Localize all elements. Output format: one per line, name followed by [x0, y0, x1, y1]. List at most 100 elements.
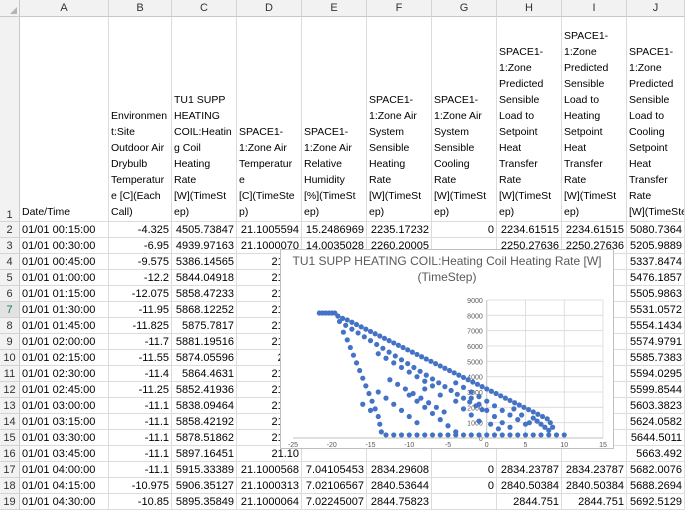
header-cell-c[interactable]: TU1 SUPP HEATING COIL:Heatin g Coil Heat…: [172, 17, 237, 222]
cell-j9[interactable]: 5574.9791: [627, 334, 685, 350]
cell-b11[interactable]: -11.4: [109, 366, 172, 382]
column-header-c[interactable]: C: [172, 0, 237, 17]
row-header-18[interactable]: 18: [0, 478, 20, 494]
header-cell-a[interactable]: Date/Time: [20, 17, 109, 222]
row-header-2[interactable]: 2: [0, 222, 20, 238]
row-header-4[interactable]: 4: [0, 254, 20, 270]
cell-a11[interactable]: 01/01 02:30:00: [20, 366, 109, 382]
column-header-a[interactable]: A: [20, 0, 109, 17]
select-all-corner[interactable]: [0, 0, 20, 17]
cell-a12[interactable]: 01/01 02:45:00: [20, 382, 109, 398]
cell-g17[interactable]: 0: [432, 462, 497, 478]
cell-b12[interactable]: -11.25: [109, 382, 172, 398]
cell-c16[interactable]: 5897.16451: [172, 446, 237, 462]
cell-c11[interactable]: 5864.4631: [172, 366, 237, 382]
cell-b9[interactable]: -11.7: [109, 334, 172, 350]
cell-h17[interactable]: 2834.23787: [497, 462, 562, 478]
cell-a18[interactable]: 01/01 04:15:00: [20, 478, 109, 494]
cell-a7[interactable]: 01/01 01:30:00: [20, 302, 109, 318]
header-cell-e[interactable]: SPACE1- 1:Zone Air Relative Humidity [%]…: [302, 17, 367, 222]
cell-j4[interactable]: 5337.8474: [627, 254, 685, 270]
row-header-16[interactable]: 16: [0, 446, 20, 462]
row-header-19[interactable]: 19: [0, 494, 20, 510]
cell-c17[interactable]: 5915.33389: [172, 462, 237, 478]
cell-b7[interactable]: -11.95: [109, 302, 172, 318]
cell-j8[interactable]: 5554.1434: [627, 318, 685, 334]
cell-j3[interactable]: 5205.9889: [627, 238, 685, 254]
cell-c18[interactable]: 5906.35127: [172, 478, 237, 494]
cell-h2[interactable]: 2234.61515: [497, 222, 562, 238]
cell-a2[interactable]: 01/01 00:15:00: [20, 222, 109, 238]
row-header-15[interactable]: 15: [0, 430, 20, 446]
row-header-10[interactable]: 10: [0, 350, 20, 366]
cell-d19[interactable]: 21.1000064: [237, 494, 302, 510]
cell-h18[interactable]: 2840.50384: [497, 478, 562, 494]
cell-b14[interactable]: -11.1: [109, 414, 172, 430]
cell-f19[interactable]: 2844.75823: [367, 494, 432, 510]
cell-c2[interactable]: 4505.73847: [172, 222, 237, 238]
row-header-11[interactable]: 11: [0, 366, 20, 382]
cell-i18[interactable]: 2840.50384: [562, 478, 627, 494]
cell-j15[interactable]: 5644.5011: [627, 430, 685, 446]
column-header-e[interactable]: E: [302, 0, 367, 17]
cell-j10[interactable]: 5585.7383: [627, 350, 685, 366]
cell-b16[interactable]: -11.1: [109, 446, 172, 462]
cell-a17[interactable]: 01/01 04:00:00: [20, 462, 109, 478]
cell-d17[interactable]: 21.1000568: [237, 462, 302, 478]
cell-c6[interactable]: 5858.47233: [172, 286, 237, 302]
cell-b17[interactable]: -11.1: [109, 462, 172, 478]
cell-b15[interactable]: -11.1: [109, 430, 172, 446]
row-header-14[interactable]: 14: [0, 414, 20, 430]
cell-a14[interactable]: 01/01 03:15:00: [20, 414, 109, 430]
cell-b18[interactable]: -10.975: [109, 478, 172, 494]
cell-c9[interactable]: 5881.19516: [172, 334, 237, 350]
cell-i19[interactable]: 2844.751: [562, 494, 627, 510]
header-cell-h[interactable]: SPACE1- 1:Zone Predicted Sensible Load t…: [497, 17, 562, 222]
cell-c19[interactable]: 5895.35849: [172, 494, 237, 510]
cell-j16[interactable]: 5663.492: [627, 446, 685, 462]
cell-j6[interactable]: 5505.9863: [627, 286, 685, 302]
cell-f17[interactable]: 2834.29608: [367, 462, 432, 478]
cell-a3[interactable]: 01/01 00:30:00: [20, 238, 109, 254]
row-header-6[interactable]: 6: [0, 286, 20, 302]
cell-e18[interactable]: 7.02106567: [302, 478, 367, 494]
column-header-g[interactable]: G: [432, 0, 497, 17]
header-cell-j[interactable]: SPACE1- 1:Zone Predicted Sensible Load t…: [627, 17, 685, 222]
header-cell-i[interactable]: SPACE1- 1:Zone Predicted Sensible Load t…: [562, 17, 627, 222]
cell-b5[interactable]: -12.2: [109, 270, 172, 286]
cell-c7[interactable]: 5868.12252: [172, 302, 237, 318]
cell-f18[interactable]: 2840.53644: [367, 478, 432, 494]
column-header-j[interactable]: J: [627, 0, 685, 17]
cell-i2[interactable]: 2234.61515: [562, 222, 627, 238]
cell-i17[interactable]: 2834.23787: [562, 462, 627, 478]
cell-c15[interactable]: 5878.51862: [172, 430, 237, 446]
cell-a9[interactable]: 01/01 02:00:00: [20, 334, 109, 350]
header-cell-d[interactable]: SPACE1- 1:Zone Air Temperatur e [C](Time…: [237, 17, 302, 222]
cell-b2[interactable]: -4.325: [109, 222, 172, 238]
cell-j12[interactable]: 5599.8544: [627, 382, 685, 398]
cell-d2[interactable]: 21.1005594: [237, 222, 302, 238]
cell-h19[interactable]: 2844.751: [497, 494, 562, 510]
cell-j13[interactable]: 5603.3823: [627, 398, 685, 414]
cell-j5[interactable]: 5476.1857: [627, 270, 685, 286]
cell-c4[interactable]: 5386.14565: [172, 254, 237, 270]
column-header-i[interactable]: I: [562, 0, 627, 17]
cell-a8[interactable]: 01/01 01:45:00: [20, 318, 109, 334]
cell-a15[interactable]: 01/01 03:30:00: [20, 430, 109, 446]
cell-j2[interactable]: 5080.7364: [627, 222, 685, 238]
row-header-17[interactable]: 17: [0, 462, 20, 478]
cell-b6[interactable]: -12.075: [109, 286, 172, 302]
column-header-h[interactable]: H: [497, 0, 562, 17]
row-header-5[interactable]: 5: [0, 270, 20, 286]
cell-a4[interactable]: 01/01 00:45:00: [20, 254, 109, 270]
cell-j7[interactable]: 5531.0572: [627, 302, 685, 318]
cell-c10[interactable]: 5874.05596: [172, 350, 237, 366]
row-header-8[interactable]: 8: [0, 318, 20, 334]
cell-b8[interactable]: -11.825: [109, 318, 172, 334]
cell-b13[interactable]: -11.1: [109, 398, 172, 414]
row-header-9[interactable]: 9: [0, 334, 20, 350]
cell-g19[interactable]: [432, 494, 497, 510]
column-header-b[interactable]: B: [109, 0, 172, 17]
cell-a19[interactable]: 01/01 04:30:00: [20, 494, 109, 510]
row-header-13[interactable]: 13: [0, 398, 20, 414]
